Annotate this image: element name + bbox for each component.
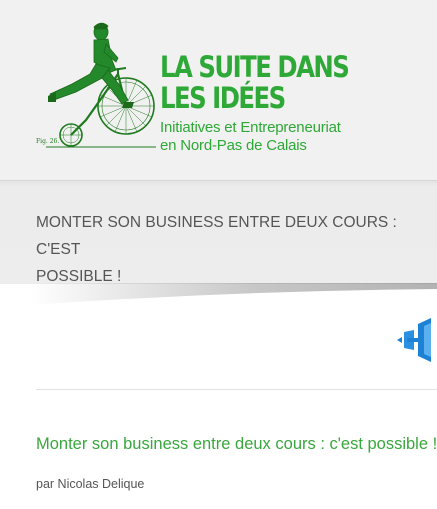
content-divider — [36, 389, 437, 390]
menu-toggle-icon — [397, 318, 431, 362]
logo-caption: Fig. 26. — [36, 138, 60, 145]
entry-title-link[interactable]: Monter son business entre deux cours : c… — [36, 433, 437, 455]
site-header: Fig. 26. LA SUITE DANS LES IDÉES Initiat… — [0, 0, 437, 180]
site-logo-link[interactable]: Fig. 26. LA SUITE DANS LES IDÉES Initiat… — [0, 0, 437, 180]
band-shadow-decoration — [30, 283, 437, 305]
page-title-line-1: MONTER SON BUSINESS ENTRE DEUX COURS : C… — [36, 214, 397, 258]
page-title: MONTER SON BUSINESS ENTRE DEUX COURS : C… — [36, 209, 416, 290]
cyclist-logo-icon — [46, 22, 156, 148]
page-title-band: MONTER SON BUSINESS ENTRE DEUX COURS : C… — [0, 180, 437, 285]
site-title: LA SUITE DANS LES IDÉES — [160, 50, 350, 115]
menu-toggle-button[interactable] — [394, 316, 437, 364]
entry-author: par Nicolas Delique — [36, 477, 145, 491]
site-title-line-2: LES IDÉES — [160, 81, 286, 115]
tagline-line-1: Initiatives et Entrepreneuriat — [160, 119, 341, 136]
site-tagline: Initiatives et Entrepreneuriat en Nord-P… — [160, 119, 341, 155]
tagline-line-2: en Nord-Pas de Calais — [160, 137, 307, 154]
site-title-line-1: LA SUITE DANS — [160, 50, 350, 84]
